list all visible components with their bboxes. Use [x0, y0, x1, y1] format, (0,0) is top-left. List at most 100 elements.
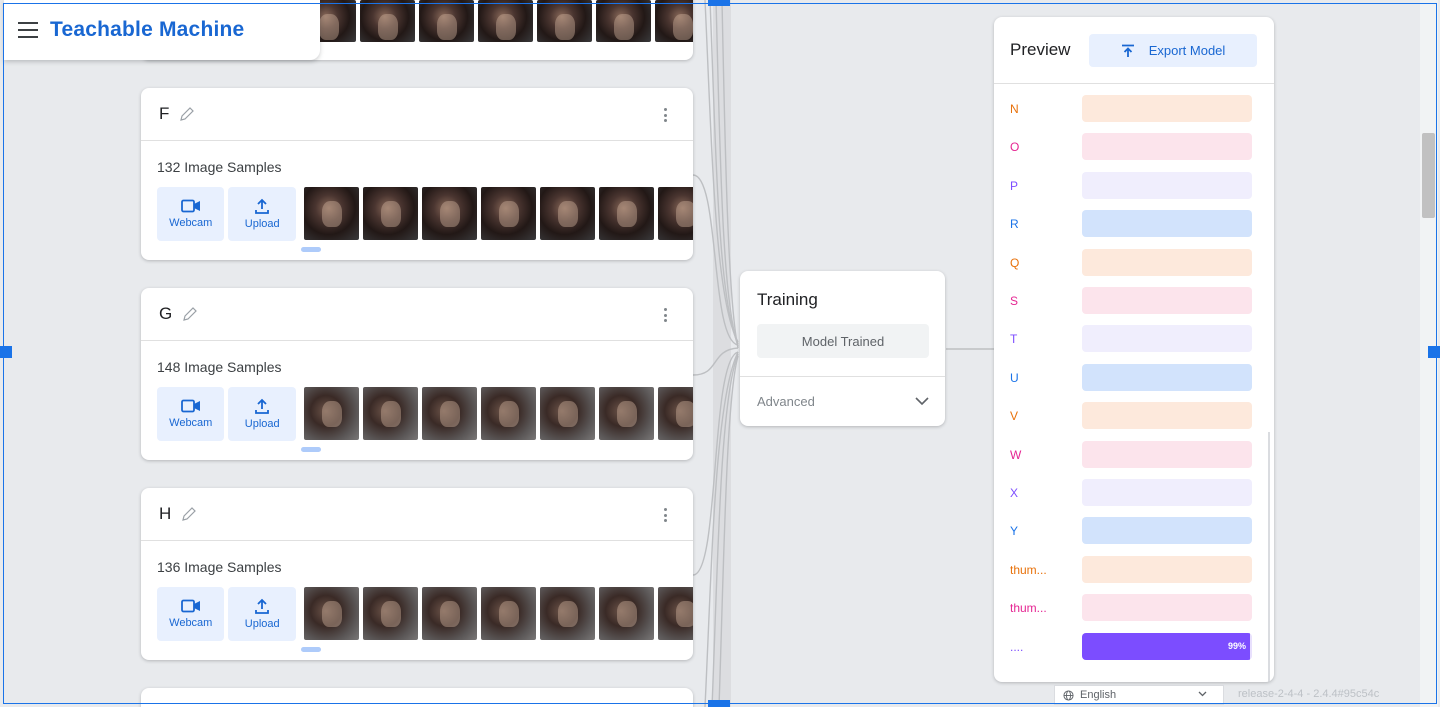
upload-arrow-icon: [1121, 44, 1134, 57]
connector-trunk: [713, 0, 731, 707]
sample-thumbnail[interactable]: [655, 0, 693, 42]
sample-count: 136 Image Samples: [157, 559, 282, 575]
training-panel: Training Model Trained Advanced: [740, 271, 945, 426]
hamburger-icon[interactable]: [18, 22, 38, 38]
advanced-toggle[interactable]: Advanced: [740, 376, 945, 426]
sample-thumbnail[interactable]: [596, 0, 651, 42]
upload-button[interactable]: Upload: [228, 587, 296, 641]
sample-thumbnail[interactable]: [480, 187, 536, 240]
export-model-button[interactable]: Export Model: [1089, 34, 1257, 67]
class-header: F: [141, 88, 693, 141]
sample-thumbnail[interactable]: [303, 387, 359, 440]
sample-thumbnail[interactable]: [419, 0, 474, 42]
sample-thumbnail[interactable]: [539, 187, 595, 240]
thumbnail-scroll-indicator[interactable]: [301, 447, 321, 452]
confidence-bar: [1082, 594, 1252, 621]
sample-thumbnail[interactable]: [539, 387, 595, 440]
upload-button[interactable]: Upload: [228, 387, 296, 441]
release-version: release-2-4-4 - 2.4.4#95c54c: [1238, 688, 1380, 700]
sample-thumbnail[interactable]: [478, 0, 533, 42]
sample-thumbnail[interactable]: [421, 187, 477, 240]
prediction-row: P: [994, 172, 1274, 200]
confidence-bar: [1082, 364, 1252, 391]
sample-thumbnail[interactable]: [303, 187, 359, 240]
prediction-row: N: [994, 95, 1274, 123]
sample-thumbnail[interactable]: [598, 187, 654, 240]
sample-count: 132 Image Samples: [157, 159, 282, 175]
confidence-fill: [1082, 633, 1251, 660]
class-name[interactable]: G: [159, 304, 172, 324]
thumbnail-scroll-indicator[interactable]: [301, 247, 321, 252]
sample-thumbnail[interactable]: [537, 0, 592, 42]
class-card-h: H 136 Image Samples Webcam Upload: [141, 488, 693, 660]
resize-handle-bottom[interactable]: [708, 700, 730, 707]
sample-thumbnail[interactable]: [657, 187, 693, 240]
webcam-button[interactable]: Webcam: [157, 187, 225, 241]
preview-panel: Preview Export Model N O P R Q S T U V W X Ythum...…: [994, 17, 1274, 682]
sample-thumbnail[interactable]: [421, 587, 477, 640]
sample-count: 148 Image Samples: [157, 359, 282, 375]
more-vert-icon[interactable]: [664, 108, 668, 122]
resize-handle-right[interactable]: [1428, 346, 1440, 358]
pencil-icon[interactable]: [182, 306, 198, 322]
prediction-label: thum...: [1010, 563, 1047, 577]
webcam-button[interactable]: Webcam: [157, 587, 225, 641]
export-model-label: Export Model: [1148, 43, 1226, 58]
webcam-button[interactable]: Webcam: [157, 387, 225, 441]
confidence-bar: 99%: [1082, 633, 1252, 660]
prediction-row: V: [994, 402, 1274, 430]
confidence-bar: [1082, 133, 1252, 160]
sample-thumbnail[interactable]: [421, 387, 477, 440]
confidence-bar: [1082, 402, 1252, 429]
sample-thumbnails: [303, 387, 693, 440]
prediction-row: T: [994, 325, 1274, 353]
prediction-label: N: [1010, 102, 1019, 116]
confidence-bar: [1082, 479, 1252, 506]
prediction-label: V: [1010, 409, 1019, 423]
pencil-icon[interactable]: [181, 506, 197, 522]
more-vert-icon[interactable]: [664, 308, 668, 322]
sample-thumbnail[interactable]: [598, 587, 654, 640]
scrollbar-thumb[interactable]: [1422, 133, 1435, 218]
prediction-row: U: [994, 364, 1274, 392]
preview-scroll-rail[interactable]: [1268, 432, 1270, 682]
sample-thumbnail[interactable]: [598, 387, 654, 440]
prediction-row: O: [994, 133, 1274, 161]
language-select[interactable]: English: [1054, 685, 1224, 705]
resize-handle-left[interactable]: [0, 346, 12, 358]
prediction-label: U: [1010, 371, 1019, 385]
sample-thumbnail[interactable]: [362, 387, 418, 440]
prediction-label: R: [1010, 217, 1019, 231]
sample-thumbnail[interactable]: [657, 587, 693, 640]
confidence-bar: [1082, 95, 1252, 122]
prediction-label: Q: [1010, 256, 1020, 270]
chevron-down-icon: [915, 397, 929, 406]
confidence-bar: [1082, 249, 1252, 276]
sample-thumbnail[interactable]: [362, 187, 418, 240]
sample-thumbnail[interactable]: [657, 387, 693, 440]
videocam-icon: [180, 399, 200, 413]
sample-thumbnail[interactable]: [360, 0, 415, 42]
videocam-icon: [180, 599, 200, 613]
sample-thumbnail[interactable]: [539, 587, 595, 640]
class-name[interactable]: H: [159, 504, 171, 524]
webcam-label: Webcam: [169, 217, 213, 229]
sample-thumbnail[interactable]: [480, 587, 536, 640]
sample-thumbnail[interactable]: [362, 587, 418, 640]
prediction-label: Y: [1010, 524, 1019, 538]
sample-thumbnails: [303, 587, 693, 640]
train-model-button[interactable]: Model Trained: [757, 324, 929, 358]
app-title[interactable]: Teachable Machine: [50, 18, 244, 42]
confidence-bar: [1082, 325, 1252, 352]
class-name[interactable]: F: [159, 104, 169, 124]
prediction-label: thum...: [1010, 601, 1047, 615]
resize-handle-top[interactable]: [708, 0, 730, 6]
more-vert-icon[interactable]: [664, 508, 668, 522]
upload-button[interactable]: Upload: [228, 187, 296, 241]
sample-thumbnail[interactable]: [303, 587, 359, 640]
sample-thumbnail[interactable]: [480, 387, 536, 440]
pencil-icon[interactable]: [179, 106, 195, 122]
prediction-row: X: [994, 479, 1274, 507]
app-header: Teachable Machine: [4, 0, 320, 60]
thumbnail-scroll-indicator[interactable]: [301, 647, 321, 652]
